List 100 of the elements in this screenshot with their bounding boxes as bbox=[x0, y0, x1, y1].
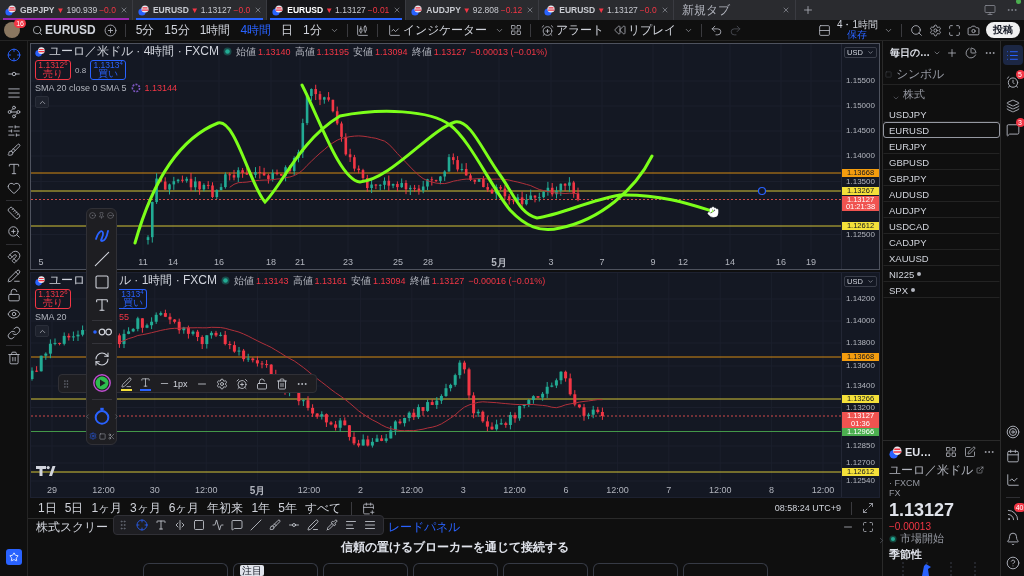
buy-button[interactable]: 1.1313$^{4}$ 買い bbox=[90, 60, 127, 80]
collapse-button[interactable] bbox=[35, 96, 49, 108]
lines-icon[interactable] bbox=[364, 519, 376, 531]
range-button[interactable]: 6ヶ月 bbox=[168, 499, 200, 517]
range-button[interactable]: すべて bbox=[304, 499, 341, 517]
price-line[interactable] bbox=[31, 199, 841, 200]
text-icon[interactable] bbox=[155, 519, 167, 531]
broker-card[interactable]: 注目 bbox=[232, 563, 318, 576]
chart-pane[interactable] bbox=[30, 272, 880, 498]
star-icon[interactable] bbox=[5, 549, 22, 565]
line-icon[interactable] bbox=[250, 519, 262, 531]
list-icon[interactable] bbox=[1002, 45, 1023, 65]
interval-button[interactable]: 1分 bbox=[301, 21, 324, 39]
calendar-icon[interactable] bbox=[1005, 449, 1020, 463]
close-icon[interactable] bbox=[781, 6, 790, 14]
drag-handle-icon[interactable] bbox=[117, 519, 129, 531]
nodes-icon[interactable] bbox=[6, 105, 21, 119]
play-icon[interactable] bbox=[92, 374, 111, 392]
settings-icon[interactable] bbox=[929, 23, 942, 37]
pencil-icon[interactable] bbox=[6, 269, 21, 283]
external-link-icon[interactable] bbox=[976, 466, 984, 474]
buy-button[interactable]: 1313$^{4}$ 買い bbox=[119, 289, 147, 309]
speech-bubble-icon[interactable] bbox=[231, 519, 243, 531]
search-icon[interactable] bbox=[910, 23, 923, 37]
range-button[interactable]: 5日 bbox=[64, 499, 84, 517]
chart-pane[interactable] bbox=[30, 43, 880, 270]
watchlist-item[interactable]: GBPUSD bbox=[883, 154, 1000, 170]
trash-icon[interactable] bbox=[275, 377, 288, 390]
fullscreen-icon[interactable] bbox=[948, 23, 961, 37]
watchlist-item[interactable]: USDJPY bbox=[883, 106, 1000, 122]
lock-icon[interactable] bbox=[6, 288, 21, 302]
plus-circle-icon[interactable] bbox=[103, 23, 117, 37]
rotate-icon[interactable] bbox=[93, 351, 110, 367]
chart-icon[interactable] bbox=[1005, 473, 1020, 487]
sell-button[interactable]: 1.1312$^{6}$ 売り bbox=[35, 289, 71, 309]
layers-icon[interactable] bbox=[1005, 99, 1020, 113]
edit-icon[interactable] bbox=[964, 446, 976, 458]
watchlist-item[interactable]: SPX bbox=[883, 282, 1000, 298]
watchlist-item[interactable]: GBPJPY bbox=[883, 170, 1000, 186]
crosshair-icon[interactable] bbox=[6, 48, 21, 62]
vertical-line-icon[interactable] bbox=[174, 519, 186, 531]
panel-tab[interactable]: レードパネル bbox=[388, 520, 460, 534]
watchlist-item[interactable]: EURJPY bbox=[883, 138, 1000, 154]
anchor-point-icon[interactable] bbox=[757, 186, 767, 196]
maximize-icon[interactable] bbox=[862, 521, 874, 533]
interval-button[interactable]: 5分 bbox=[133, 21, 157, 39]
alarm-clock-icon[interactable] bbox=[1005, 75, 1020, 89]
lock-icon[interactable] bbox=[255, 377, 268, 390]
sell-button[interactable]: 1.1312$^{6}$ 売り bbox=[35, 60, 71, 80]
ruler-icon[interactable] bbox=[6, 206, 21, 220]
horizontal-line[interactable] bbox=[31, 172, 841, 174]
layout-button[interactable]: 4・1時間 保存 bbox=[836, 20, 878, 40]
zigzag-icon[interactable] bbox=[212, 519, 224, 531]
pie-chart-icon[interactable] bbox=[965, 47, 977, 59]
zoom-in-icon[interactable] bbox=[6, 225, 21, 239]
drag-handle-icon[interactable] bbox=[61, 378, 71, 389]
range-button[interactable]: 年初来 bbox=[207, 499, 244, 517]
close-icon[interactable] bbox=[254, 6, 263, 14]
candlestick-icon[interactable] bbox=[355, 23, 369, 37]
watchlist-item[interactable]: CADJPY bbox=[883, 234, 1000, 250]
pen-color-icon[interactable] bbox=[121, 376, 132, 391]
alert-button[interactable]: アラート bbox=[538, 21, 606, 39]
close-icon[interactable] bbox=[119, 6, 128, 14]
browser-tab[interactable]: EURUSD ▼ 1.13127 −0.01 bbox=[267, 0, 407, 20]
column-header[interactable]: シンボル bbox=[896, 66, 944, 83]
browser-tab[interactable]: AUDJPY ▼ 92.808 −0.12 bbox=[406, 0, 540, 20]
plus-icon[interactable] bbox=[946, 47, 958, 59]
text-icon[interactable] bbox=[93, 297, 110, 313]
freehand-stroke[interactable] bbox=[133, 109, 654, 245]
range-button[interactable]: 1年 bbox=[251, 499, 271, 517]
brush-icon[interactable] bbox=[269, 519, 281, 531]
collapse-button[interactable] bbox=[35, 325, 49, 337]
indicators-button[interactable]: インジケーター bbox=[385, 21, 489, 39]
sliders-icon[interactable] bbox=[6, 124, 21, 138]
browser-tab[interactable]: 新規タブ bbox=[673, 0, 796, 20]
bell-icon[interactable] bbox=[1005, 532, 1020, 546]
layout-icon[interactable] bbox=[817, 23, 831, 37]
camera-icon[interactable] bbox=[967, 23, 980, 37]
broadcast-icon[interactable] bbox=[1005, 508, 1020, 522]
browser-tab[interactable]: EURUSD ▼ 1.13127 −0.0 bbox=[539, 0, 674, 20]
publish-button[interactable]: 投稿 bbox=[986, 22, 1020, 38]
browser-tab[interactable]: EURUSD ▼ 1.13127 −0.0 bbox=[132, 0, 268, 20]
replay-button[interactable]: リプレイ bbox=[611, 21, 678, 39]
interval-button[interactable]: 1時間 bbox=[197, 21, 233, 39]
section-toggle[interactable]: 株式 bbox=[883, 85, 1000, 106]
monitor-icon[interactable] bbox=[984, 4, 996, 16]
heart-icon[interactable] bbox=[6, 181, 21, 195]
undo-icon[interactable] bbox=[709, 23, 723, 37]
target-icon[interactable] bbox=[1005, 425, 1020, 439]
range-button[interactable]: 3ヶ月 bbox=[130, 499, 161, 517]
trash-icon[interactable] bbox=[6, 351, 21, 365]
brush-icon[interactable] bbox=[6, 143, 21, 157]
panel-tab[interactable]: 株式スクリー bbox=[36, 520, 108, 534]
interval-button[interactable]: 日 bbox=[279, 21, 296, 39]
grid-icon[interactable] bbox=[509, 24, 522, 36]
plus-icon[interactable] bbox=[801, 4, 814, 16]
rectangle-icon[interactable] bbox=[193, 519, 205, 531]
grid-icon[interactable] bbox=[945, 446, 957, 458]
pen-icon[interactable] bbox=[307, 519, 319, 531]
help-icon[interactable] bbox=[1005, 556, 1020, 570]
